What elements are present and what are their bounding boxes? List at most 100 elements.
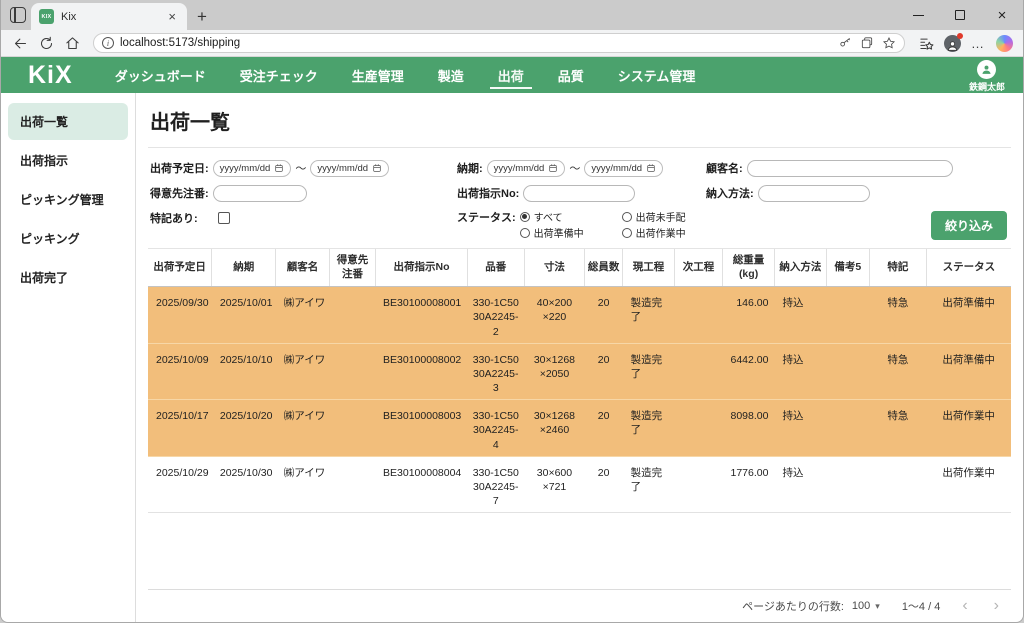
nav-item-quality[interactable]: 品質 (556, 57, 586, 93)
browser-menu-button[interactable]: … (967, 32, 989, 54)
cell-next-process (674, 343, 722, 400)
ship-date-from-input[interactable]: yyyy/mm/dd (213, 160, 292, 177)
user-menu[interactable]: 鉄鋼太郎 (969, 60, 1005, 93)
rows-per-page: ページあたりの行数: 100 ▾ (742, 598, 880, 614)
header-total-qty: 総員数 (585, 249, 623, 287)
customer-order-input[interactable] (213, 185, 307, 202)
status-option-label: 出荷準備中 (534, 225, 584, 240)
nav-item-production-management[interactable]: 生産管理 (350, 57, 406, 93)
filter-panel: 出荷予定日: yyyy/mm/dd ～ yyyy/mm/dd 得意先注番: (148, 148, 1011, 249)
status-option-all[interactable]: すべて (520, 209, 608, 224)
header-part-no: 品番 (467, 249, 524, 287)
ship-instruction-input[interactable] (523, 185, 635, 202)
sidebar-item-shipping-complete[interactable]: 出荷完了 (8, 259, 128, 296)
due-date-label: 納期: (457, 160, 483, 176)
address-bar-actions (838, 36, 896, 50)
close-button[interactable]: × (981, 0, 1023, 30)
cell-part-no: 330-1C50 30A2245-3 (467, 343, 524, 400)
rows-per-page-select[interactable]: 100 ▾ (852, 600, 880, 612)
cell-due-date: 2025/10/10 (212, 343, 276, 400)
url-text[interactable]: localhost:5173/shipping (120, 37, 832, 49)
filter-delivery-method: 納入方法: (702, 184, 1009, 202)
nav-item-system-management[interactable]: システム管理 (616, 57, 698, 93)
cell-total-weight: 146.00 (723, 287, 775, 344)
cell-dimensions: 30×600 ×721 (524, 456, 584, 513)
home-button[interactable] (61, 32, 83, 54)
back-button[interactable] (9, 32, 31, 54)
cell-remarks5 (826, 343, 869, 400)
sidebar-item-shipping-instruction[interactable]: 出荷指示 (8, 142, 128, 179)
cell-due-date: 2025/10/20 (212, 400, 276, 457)
cell-delivery-method: 持込 (774, 287, 826, 344)
status-option-working[interactable]: 出荷作業中 (622, 225, 686, 240)
status-option-unarranged[interactable]: 出荷未手配 (622, 209, 686, 224)
pagination-footer: ページあたりの行数: 100 ▾ 1～4 / 4 ‹ › (148, 589, 1011, 622)
customer-name-input[interactable] (747, 160, 953, 177)
date-placeholder: yyyy/mm/dd (494, 163, 545, 174)
table-header-row: 出荷予定日 納期 顧客名 得意先注番 出荷指示No 品番 寸法 総員数 現工程 … (148, 249, 1011, 287)
collections-icon[interactable] (860, 36, 874, 50)
close-icon: × (998, 8, 1007, 23)
header-dimensions: 寸法 (524, 249, 584, 287)
table-row[interactable]: 2025/09/30 2025/10/01 ㈱アイワ BE30100008001… (148, 287, 1011, 344)
profile-button[interactable] (941, 32, 963, 54)
cell-special-note: 特急 (869, 287, 926, 344)
kix-logo[interactable]: KiX (28, 61, 73, 90)
due-date-to-input[interactable]: yyyy/mm/dd (584, 160, 663, 177)
range-separator: ～ (569, 160, 580, 176)
filter-customer-name: 顧客名: (702, 159, 1009, 177)
sidebar-item-shipping-list[interactable]: 出荷一覧 (8, 103, 128, 140)
next-page-button[interactable]: › (994, 598, 999, 614)
window-controls: × (897, 0, 1023, 30)
new-tab-button[interactable]: + (197, 8, 207, 25)
ship-date-label: 出荷予定日: (150, 160, 209, 176)
nav-item-shipping[interactable]: 出荷 (496, 57, 526, 93)
table-row[interactable]: 2025/10/09 2025/10/10 ㈱アイワ BE30100008002… (148, 343, 1011, 400)
sidebar-item-picking-management[interactable]: ピッキング管理 (8, 181, 128, 218)
delivery-method-input[interactable] (758, 185, 870, 202)
cell-delivery-method: 持込 (774, 456, 826, 513)
filter-apply-button[interactable]: 絞り込み (931, 211, 1007, 240)
cell-next-process (674, 400, 722, 457)
status-option-label: 出荷作業中 (636, 225, 686, 240)
date-placeholder: yyyy/mm/dd (317, 163, 368, 174)
due-date-from-input[interactable]: yyyy/mm/dd (487, 160, 566, 177)
prev-page-button[interactable]: ‹ (962, 598, 967, 614)
header-customer: 顧客名 (276, 249, 330, 287)
cell-part-no: 330-1C50 30A2245-2 (467, 287, 524, 344)
tab-close-icon[interactable]: × (165, 9, 179, 24)
address-bar[interactable]: i localhost:5173/shipping (93, 33, 905, 53)
tab-title: Kix (61, 11, 158, 23)
cell-total-weight: 6442.00 (723, 343, 775, 400)
nav-item-order-check[interactable]: 受注チェック (238, 57, 320, 93)
cell-next-process (674, 456, 722, 513)
site-info-icon[interactable]: i (102, 37, 114, 49)
chevron-down-icon: ▾ (875, 601, 880, 612)
nav-item-dashboard[interactable]: ダッシュボード (113, 57, 208, 93)
nav-item-manufacturing[interactable]: 製造 (436, 57, 466, 93)
password-key-icon[interactable] (838, 36, 852, 50)
back-icon (13, 36, 28, 51)
cell-customer-order (329, 343, 376, 400)
ship-date-to-input[interactable]: yyyy/mm/dd (310, 160, 389, 177)
radio-icon (622, 228, 632, 238)
cell-special-note (869, 456, 926, 513)
favorites-bar-button[interactable] (915, 32, 937, 54)
special-note-checkbox[interactable] (218, 212, 230, 224)
cell-part-no: 330-1C50 30A2245-7 (467, 456, 524, 513)
cell-current-process: 製造完了 (623, 343, 675, 400)
sidebar-item-picking[interactable]: ピッキング (8, 220, 128, 257)
favorite-star-icon[interactable] (882, 36, 896, 50)
cell-customer-order (329, 400, 376, 457)
copilot-button[interactable] (993, 32, 1015, 54)
minimize-button[interactable] (897, 0, 939, 30)
browser-tab[interactable]: KIX Kix × (31, 3, 187, 30)
rows-per-page-label: ページあたりの行数: (742, 598, 844, 614)
status-option-preparing[interactable]: 出荷準備中 (520, 225, 608, 240)
table-row[interactable]: 2025/10/29 2025/10/30 ㈱アイワ BE30100008004… (148, 456, 1011, 513)
maximize-button[interactable] (939, 0, 981, 30)
refresh-button[interactable] (35, 32, 57, 54)
tab-actions-icon[interactable] (10, 7, 26, 23)
cell-dimensions: 30×1268 ×2460 (524, 400, 584, 457)
table-row[interactable]: 2025/10/17 2025/10/20 ㈱アイワ BE30100008003… (148, 400, 1011, 457)
